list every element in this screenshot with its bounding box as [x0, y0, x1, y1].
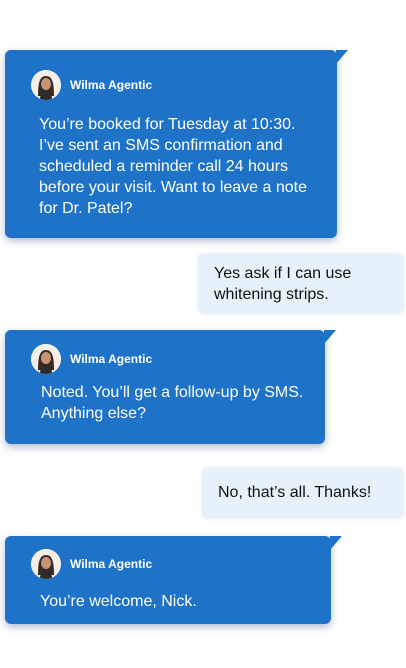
user-message-bubble: No, that’s all. Thanks! [202, 467, 404, 518]
agent-name: Wilma Agentic [70, 352, 153, 366]
message-text: You’re booked for Tuesday at 10:30. I’ve… [39, 116, 307, 217]
message-text: Noted. You’ll get a follow-up by SMS. An… [41, 384, 304, 422]
woman-avatar-icon [31, 70, 61, 100]
agent-header: Wilma Agentic [31, 549, 152, 579]
message-text: No, that’s all. Thanks! [218, 484, 372, 501]
bubble-tail [330, 536, 342, 550]
agent-name: Wilma Agentic [70, 557, 153, 571]
agent-message-bubble: Wilma Agentic You’re booked for Tuesday … [5, 50, 348, 238]
woman-avatar-icon [31, 549, 61, 579]
agent-message-bubble: Wilma Agentic You’re welcome, Nick. [5, 536, 342, 624]
message-text: Yes ask if I can use whitening strips. [214, 265, 352, 303]
agent-header: Wilma Agentic [31, 344, 152, 374]
agent-message-bubble: Wilma Agentic Noted. You’ll get a follow… [5, 330, 336, 444]
bubble-tail [336, 50, 348, 64]
message-text: You’re welcome, Nick. [40, 593, 197, 610]
bubble-tail [324, 330, 336, 344]
user-message-bubble: Yes ask if I can use whitening strips. [198, 253, 404, 313]
agent-name: Wilma Agentic [70, 78, 153, 92]
woman-avatar-icon [31, 344, 61, 374]
agent-header: Wilma Agentic [31, 70, 152, 100]
